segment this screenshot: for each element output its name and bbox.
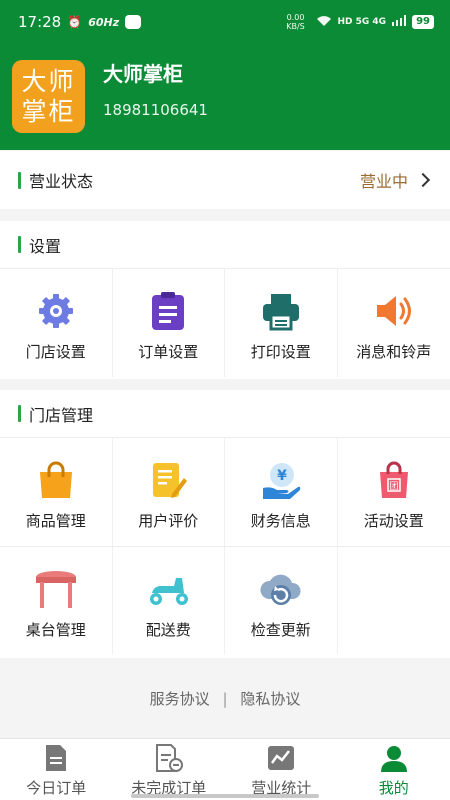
alarm-icon: ⏰ xyxy=(67,15,83,29)
settings-grid: 门店设置 订单设置 打印设置 消息和铃声 xyxy=(0,269,450,377)
tab-today-orders-label: 今日订单 xyxy=(26,779,87,797)
business-status-title: 营业状态 xyxy=(0,168,93,192)
yen-hand-icon: ¥ xyxy=(259,458,303,502)
delivery-fee-button[interactable]: 配送费 xyxy=(113,547,225,654)
clock-time: 17:28 xyxy=(18,13,62,31)
tab-pending-orders[interactable]: 未完成订单 xyxy=(113,739,226,800)
store-management-grid-row-1: 商品管理 用户评价 ¥ 财务信息 团 活动设置 xyxy=(0,438,450,546)
message-ringtone-label: 消息和铃声 xyxy=(356,343,432,361)
battery-icon: 99 xyxy=(412,15,434,29)
product-management-button[interactable]: 商品管理 xyxy=(0,438,113,546)
person-icon xyxy=(380,744,408,772)
pending-document-icon xyxy=(155,744,183,772)
shopping-bag-icon xyxy=(34,458,78,502)
store-settings-label: 门店设置 xyxy=(25,343,86,361)
check-update-button[interactable]: 检查更新 xyxy=(225,547,338,654)
link-separator: | xyxy=(222,690,228,708)
store-settings-button[interactable]: 门店设置 xyxy=(0,269,113,377)
profile-header: 17:28 ⏰ 60Hz 0.00 KB/S HD 5G 4G 99 大师掌柜 … xyxy=(0,0,450,150)
settings-title-label: 设置 xyxy=(29,236,62,256)
section-accent-bar xyxy=(18,236,21,253)
activity-settings-button[interactable]: 团 活动设置 xyxy=(338,438,450,546)
gear-icon xyxy=(34,289,78,333)
bottom-tab-bar: 今日订单 未完成订单 营业统计 我的 xyxy=(0,738,450,800)
print-settings-label: 打印设置 xyxy=(250,343,311,361)
empty-cell xyxy=(338,547,450,654)
order-settings-label: 订单设置 xyxy=(138,343,199,361)
net-speed-label: 0.00 KB/S xyxy=(286,13,305,31)
document-icon xyxy=(42,744,70,772)
wechat-icon xyxy=(125,15,142,29)
message-ringtone-button[interactable]: 消息和铃声 xyxy=(338,269,450,377)
service-agreement-link[interactable]: 服务协议 xyxy=(150,690,210,708)
status-bar: 17:28 ⏰ 60Hz 0.00 KB/S HD 5G 4G 99 xyxy=(0,0,450,44)
check-update-label: 检查更新 xyxy=(250,621,311,639)
svg-text:¥: ¥ xyxy=(277,468,287,484)
network-label: HD 5G 4G xyxy=(337,17,387,27)
home-indicator[interactable] xyxy=(131,794,319,798)
store-management-grid-row-2: 桌台管理 配送费 检查更新 xyxy=(0,546,450,654)
promo-bag-icon: 团 xyxy=(372,458,416,502)
business-status-value[interactable]: 营业中 xyxy=(360,168,450,192)
privacy-agreement-link[interactable]: 隐私协议 xyxy=(240,690,300,708)
table-management-label: 桌台管理 xyxy=(25,621,86,639)
svg-text:团: 团 xyxy=(389,481,398,492)
clipboard-icon xyxy=(146,289,190,333)
order-settings-button[interactable]: 订单设置 xyxy=(113,269,225,377)
speaker-icon xyxy=(372,289,416,333)
product-management-label: 商品管理 xyxy=(25,512,86,530)
agreement-links: 服务协议 | 隐私协议 xyxy=(0,688,450,709)
store-management-title: 门店管理 xyxy=(0,390,450,438)
delivery-fee-label: 配送费 xyxy=(145,621,191,639)
business-status-label: 营业状态 xyxy=(29,172,94,191)
tab-mine[interactable]: 我的 xyxy=(338,739,450,800)
store-avatar[interactable]: 大师掌柜 xyxy=(12,60,85,133)
tab-mine-label: 我的 xyxy=(378,779,409,797)
signal-icon xyxy=(392,15,407,29)
table-management-button[interactable]: 桌台管理 xyxy=(0,547,113,654)
user-reviews-label: 用户评价 xyxy=(138,512,199,530)
review-pencil-icon xyxy=(146,458,190,502)
table-icon xyxy=(34,567,78,611)
store-phone: 18981106641 xyxy=(103,101,208,119)
store-name: 大师掌柜 xyxy=(103,62,183,86)
store-management-title-label: 门店管理 xyxy=(29,405,94,425)
chevron-right-icon xyxy=(415,172,431,188)
section-accent-bar xyxy=(18,171,21,189)
settings-section: 设置 门店设置 订单设置 打印设置 消息和铃声 xyxy=(0,221,450,379)
tab-business-stats[interactable]: 营业统计 xyxy=(225,739,338,800)
business-status-text: 营业中 xyxy=(359,172,408,191)
settings-title: 设置 xyxy=(0,221,450,269)
scooter-icon xyxy=(146,567,190,611)
store-management-section: 门店管理 商品管理 用户评价 ¥ 财务信息 团 活动设置 桌台管理 配送费 检查… xyxy=(0,390,450,658)
business-status-row[interactable]: 营业状态 营业中 xyxy=(0,151,450,209)
refresh-rate-label: 60Hz xyxy=(88,15,120,29)
print-settings-button[interactable]: 打印设置 xyxy=(225,269,338,377)
section-accent-bar xyxy=(18,405,21,422)
stats-chart-icon xyxy=(267,744,295,772)
wifi-icon xyxy=(316,15,332,30)
financial-info-button[interactable]: ¥ 财务信息 xyxy=(225,438,338,546)
printer-icon xyxy=(259,289,303,333)
tab-today-orders[interactable]: 今日订单 xyxy=(0,739,113,800)
financial-info-label: 财务信息 xyxy=(250,512,311,530)
activity-settings-label: 活动设置 xyxy=(363,512,424,530)
user-reviews-button[interactable]: 用户评价 xyxy=(113,438,225,546)
cloud-refresh-icon xyxy=(259,567,303,611)
